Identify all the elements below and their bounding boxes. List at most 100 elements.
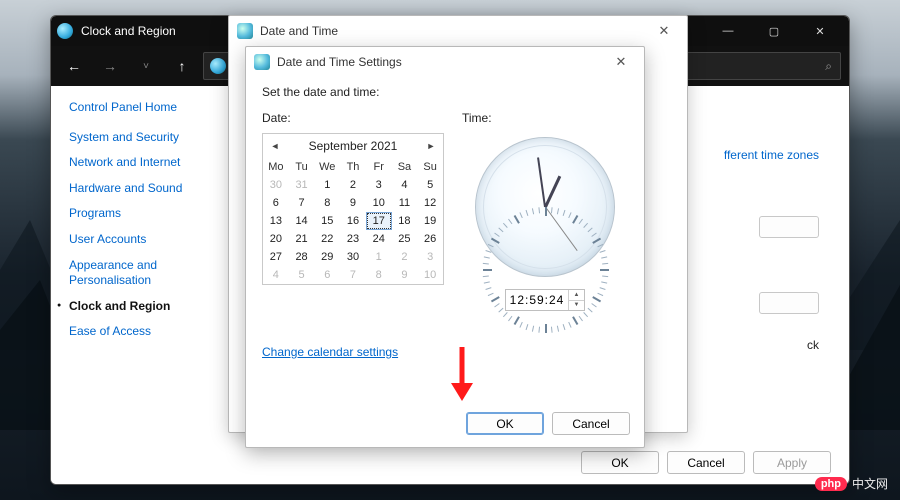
dialog2-title: Date and Time Settings (277, 55, 402, 69)
minimize-button[interactable]: — (705, 16, 751, 46)
ok-button[interactable]: OK (581, 451, 659, 474)
clock-tick (601, 256, 607, 258)
search-box[interactable]: ⌕ (671, 52, 841, 80)
sidebar-item-system-and-security[interactable]: System and Security (69, 130, 205, 146)
forward-button[interactable]: → (95, 51, 125, 81)
clock-tick (538, 207, 540, 213)
calendar-day-cell[interactable]: 9 (392, 266, 418, 284)
sidebar-item-hardware-and-sound[interactable]: Hardware and Sound (69, 181, 205, 197)
calendar-month-label[interactable]: September 2021 (309, 139, 398, 153)
clock-tick (494, 303, 499, 307)
dialog2-cancel-button[interactable]: Cancel (552, 412, 630, 435)
clock-tick (483, 275, 489, 277)
dialog2-close-button[interactable]: ✕ (606, 54, 636, 70)
calendar-day-cell[interactable]: 22 (314, 230, 340, 248)
calendar-prev-button[interactable]: ◄ (265, 134, 285, 158)
spinner-up-icon[interactable]: ▲ (569, 290, 584, 301)
calendar-day-cell[interactable]: 28 (289, 248, 315, 266)
dialog2-titlebar[interactable]: Date and Time Settings ✕ (246, 47, 644, 77)
calendar-day-cell[interactable]: 2 (340, 176, 366, 194)
sidebar-item-clock-and-region[interactable]: ●Clock and Region (69, 299, 205, 315)
clock-tick (498, 227, 503, 232)
calendar-day-cell[interactable]: 9 (340, 194, 366, 212)
calendar-day-cell[interactable]: 18 (392, 212, 418, 230)
clock-tick (485, 287, 491, 290)
calendar-day-cell[interactable]: 23 (340, 230, 366, 248)
sidebar-home[interactable]: Control Panel Home (69, 100, 205, 116)
calendar-day-cell[interactable]: 12 (417, 194, 443, 212)
back-button[interactable]: ← (59, 51, 89, 81)
calendar-day-cell[interactable]: 5 (417, 176, 443, 194)
calendar-day-cell[interactable]: 27 (263, 248, 289, 266)
spinner-down-icon[interactable]: ▼ (569, 301, 584, 311)
calendar-day-cell[interactable]: 30 (340, 248, 366, 266)
calendar-day-cell[interactable]: 17 (366, 212, 392, 230)
watermark-badge: php (815, 477, 847, 491)
sidebar-item-ease-of-access[interactable]: Ease of Access (69, 324, 205, 340)
calendar-day-cell[interactable]: 2 (392, 248, 418, 266)
calendar-day-cell[interactable]: 6 (263, 194, 289, 212)
cancel-button[interactable]: Cancel (667, 451, 745, 474)
calendar-day-cell[interactable]: 8 (366, 266, 392, 284)
apply-button[interactable]: Apply (753, 451, 831, 474)
date-label: Date: (262, 111, 444, 125)
clock-tick (484, 256, 490, 258)
calendar-day-cell[interactable]: 10 (417, 266, 443, 284)
time-input[interactable] (506, 290, 568, 310)
calendar-day-cell[interactable]: 20 (263, 230, 289, 248)
clock-tick (557, 208, 559, 214)
calendar-day-cell[interactable]: 3 (366, 176, 392, 194)
calendar-day-cell[interactable]: 6 (314, 266, 340, 284)
dialog2-ok-button[interactable]: OK (466, 412, 544, 435)
calendar-day-cell[interactable]: 7 (289, 194, 315, 212)
dialog1-close-button[interactable]: ✕ (649, 23, 679, 39)
calendar-day-cell[interactable]: 3 (417, 248, 443, 266)
calendar-day-cell[interactable]: 29 (314, 248, 340, 266)
calendar-day-cell[interactable]: 5 (289, 266, 315, 284)
calendar-day-cell[interactable]: 16 (340, 212, 366, 230)
calendar-day-cell[interactable]: 26 (417, 230, 443, 248)
obscured-button-2[interactable] (759, 292, 819, 314)
clock-tick (568, 212, 571, 218)
sidebar-item-programs[interactable]: Programs (69, 206, 205, 222)
dialog2-heading: Set the date and time: (262, 85, 628, 99)
clock-tick (600, 250, 606, 253)
dialog1-titlebar[interactable]: Date and Time ✕ (229, 16, 687, 46)
calendar-day-cell[interactable]: 30 (263, 176, 289, 194)
clock-tick (563, 210, 566, 216)
calendar-day-cell[interactable]: 31 (289, 176, 315, 194)
calendar-day-cell[interactable]: 21 (289, 230, 315, 248)
time-label: Time: (462, 111, 492, 125)
calendar-day-cell[interactable]: 11 (392, 194, 418, 212)
calendar-day-cell[interactable]: 19 (417, 212, 443, 230)
obscured-button-1[interactable] (759, 216, 819, 238)
clock-tick (597, 293, 603, 296)
sidebar-item-appearance-and-personalisation[interactable]: Appearance and Personalisation (69, 258, 205, 289)
calendar-day-cell[interactable]: 10 (366, 194, 392, 212)
calendar-day-cell[interactable]: 14 (289, 212, 315, 230)
calendar-day-cell[interactable]: 25 (392, 230, 418, 248)
maximize-button[interactable]: ▢ (751, 16, 797, 46)
calendar-day-cell[interactable]: 4 (392, 176, 418, 194)
change-calendar-settings-link[interactable]: Change calendar settings (262, 345, 398, 359)
sidebar-item-user-accounts[interactable]: User Accounts (69, 232, 205, 248)
calendar-day-cell[interactable]: 8 (314, 194, 340, 212)
calendar-day-cell[interactable]: 13 (263, 212, 289, 230)
calendar-header: ◄ September 2021 ► (263, 134, 443, 158)
calendar-next-button[interactable]: ► (421, 134, 441, 158)
current-marker-icon: ● (57, 301, 61, 310)
calendar-day-cell[interactable]: 1 (314, 176, 340, 194)
calendar-day-header: Fr (366, 158, 392, 176)
calendar-day-cell[interactable]: 24 (366, 230, 392, 248)
calendar-day-cell[interactable]: 15 (314, 212, 340, 230)
close-button[interactable]: ✕ (797, 16, 843, 46)
up-button[interactable]: ↑ (167, 51, 197, 81)
calendar-day-cell[interactable]: 1 (366, 248, 392, 266)
clock-tick (494, 233, 499, 237)
sidebar-item-network-and-internet[interactable]: Network and Internet (69, 155, 205, 171)
timezones-link-fragment[interactable]: fferent time zones (724, 148, 819, 162)
history-chevron-icon[interactable]: ˅ (131, 51, 161, 81)
time-spinner[interactable]: ▲▼ (568, 290, 584, 310)
calendar-day-cell[interactable]: 4 (263, 266, 289, 284)
calendar-day-cell[interactable]: 7 (340, 266, 366, 284)
